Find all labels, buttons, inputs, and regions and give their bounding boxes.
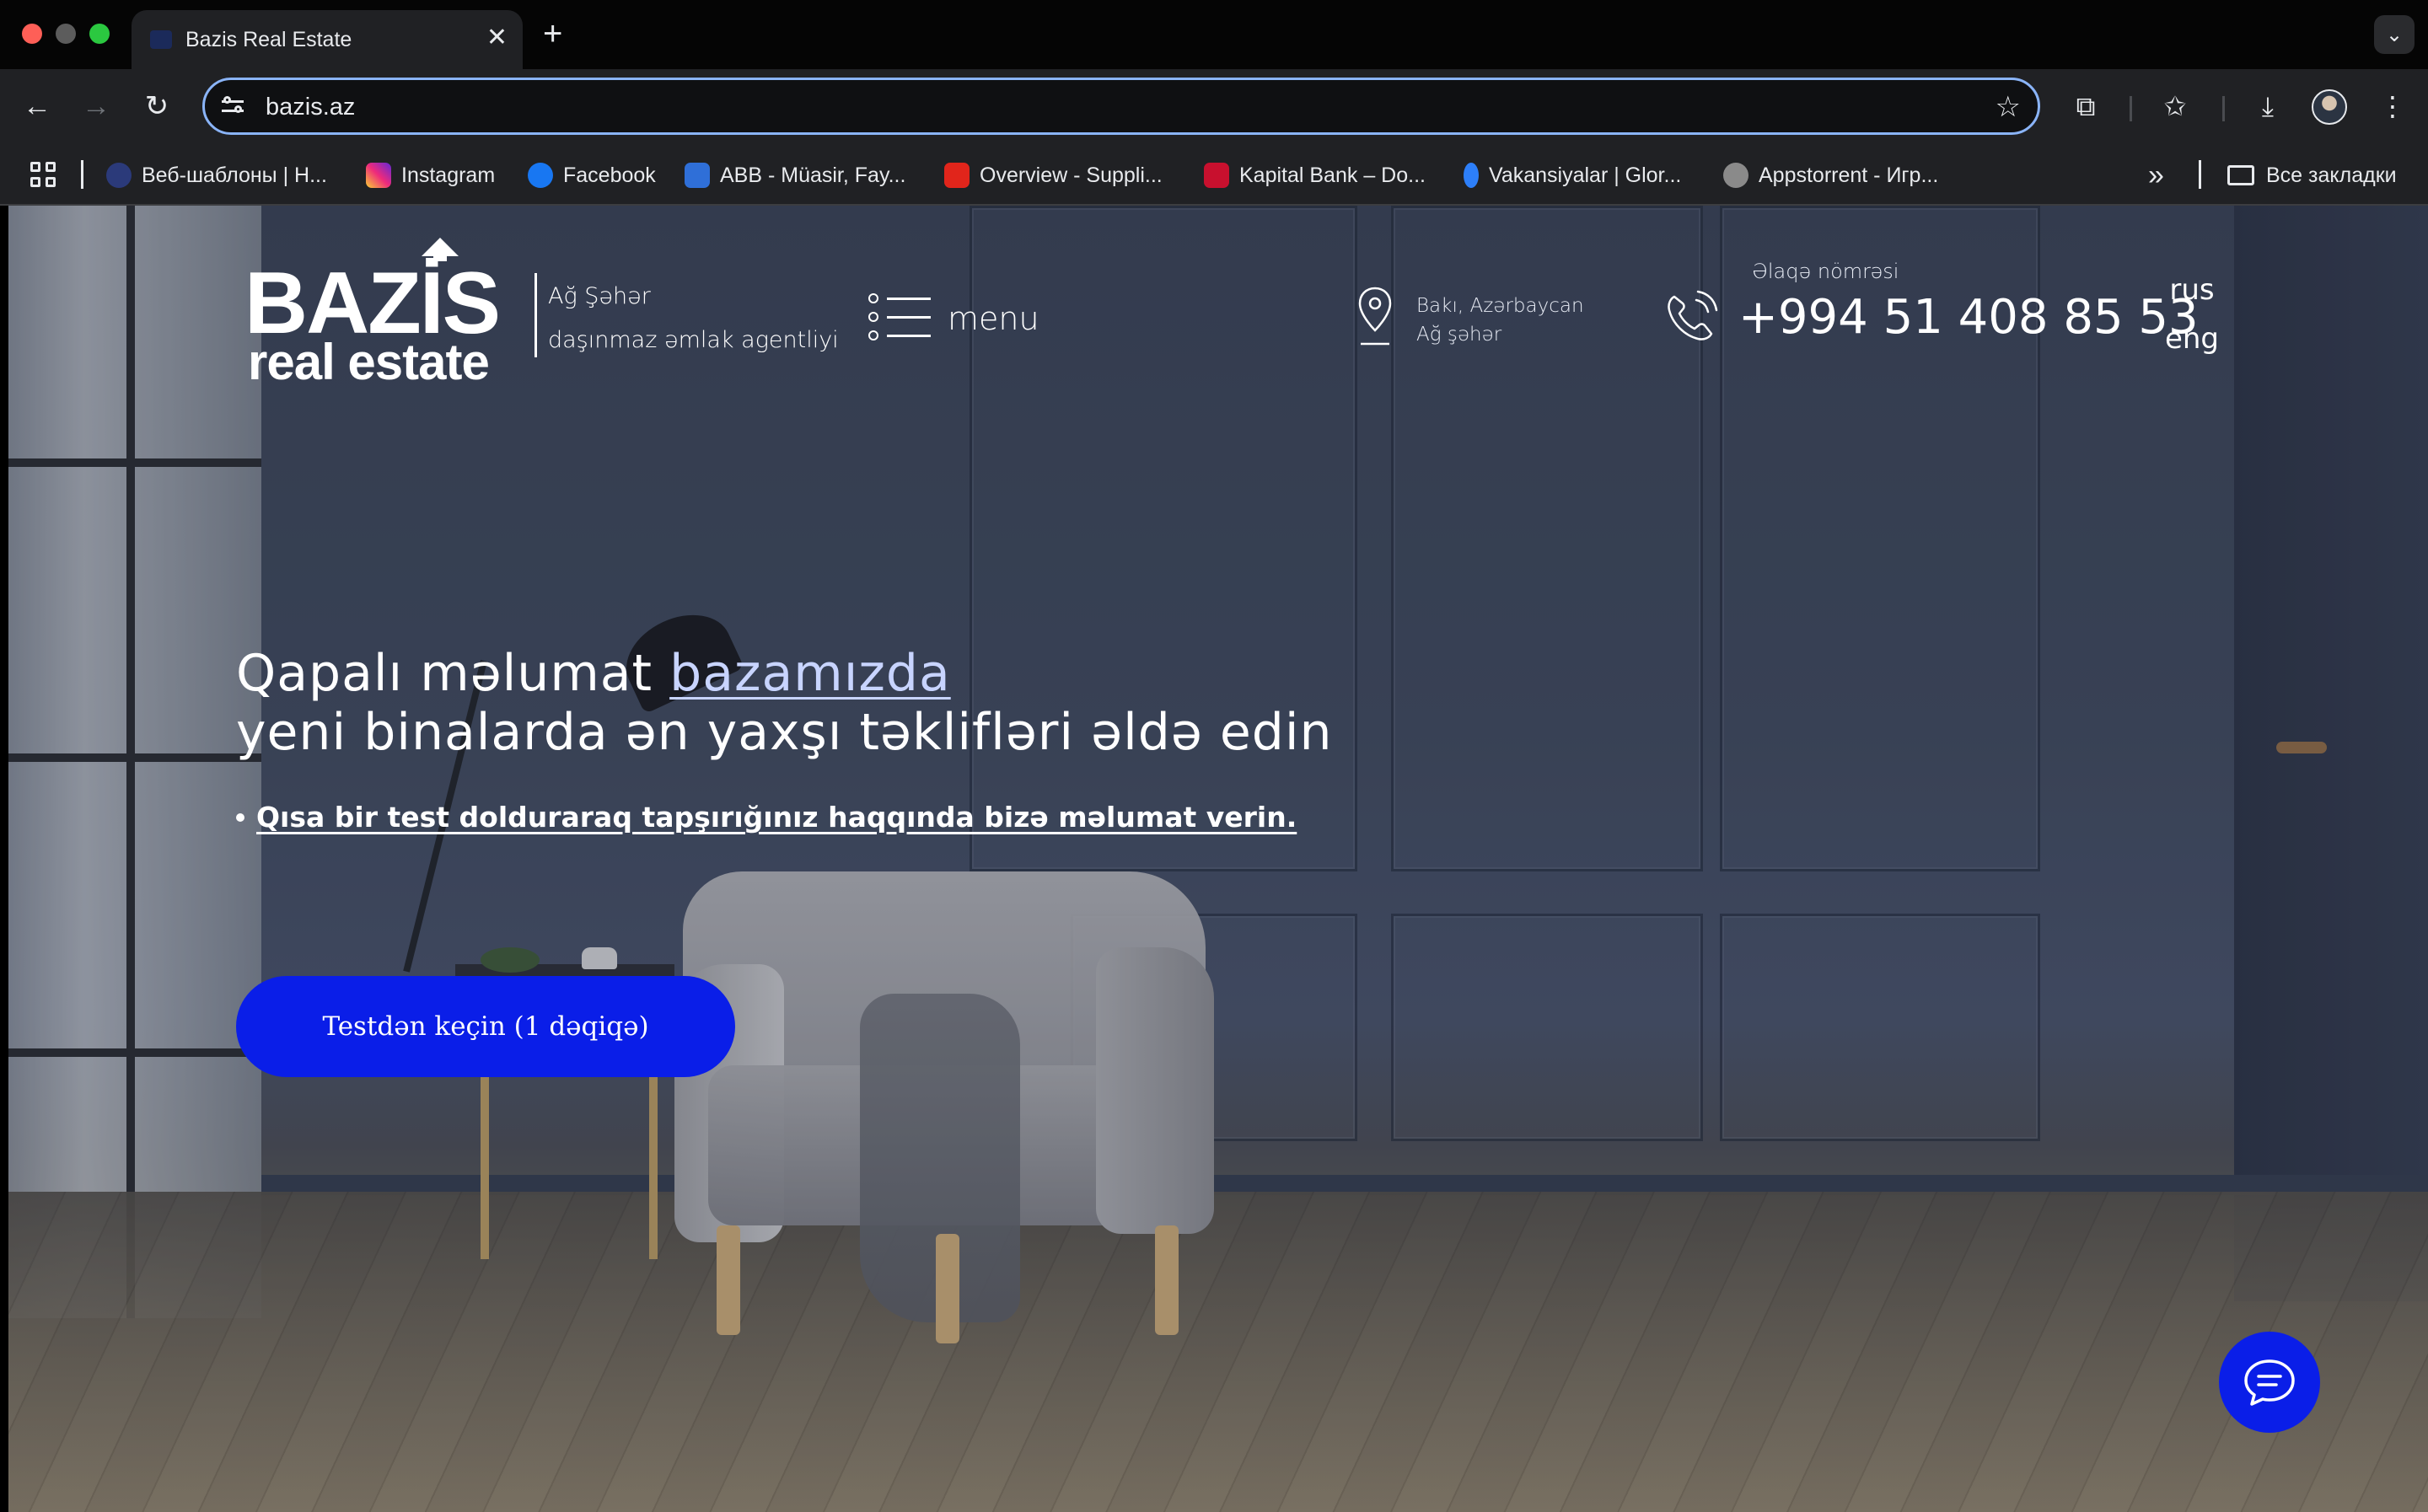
hero-bullet-item: Qısa bir test dolduraraq tapşırığınız ha…: [236, 801, 1297, 834]
browser-tab-bar: Bazis Real Estate ✕ + ⌄: [0, 0, 2428, 69]
abb-icon: [685, 163, 710, 188]
bookmarks-divider: [81, 160, 83, 189]
appstorrent-icon: [1723, 163, 1748, 188]
hero-dark-overlay: [8, 206, 2428, 1512]
tagline-line: Ağ Şəhər: [548, 283, 651, 309]
bookmark-item[interactable]: Веб-шаблоны | Н...: [106, 158, 327, 192]
close-tab-icon[interactable]: ✕: [486, 24, 508, 52]
hero-heading: Qapalı məlumat bazamızda yeni binalarda …: [236, 644, 1333, 762]
bookmark-label: ABB - Müasir, Fay...: [720, 163, 906, 187]
tab-search-chevron-icon[interactable]: ⌄: [2374, 15, 2415, 54]
location-city: Bakı, Azərbaycan: [1416, 295, 1584, 317]
instagram-icon: [366, 163, 391, 188]
more-vertical-icon[interactable]: ⋮: [2374, 88, 2411, 125]
bookmarks-divider: [2199, 160, 2201, 189]
menu-button[interactable]: menu: [868, 285, 1039, 352]
logo-divider: [534, 273, 537, 357]
hero-heading-line1: Qapalı məlumat bazamızda: [236, 644, 1333, 703]
bookmark-label: Facebook: [563, 163, 656, 187]
reading-list-star-icon[interactable]: ✩: [2157, 88, 2194, 125]
page-viewport: BAZİS real estate Ağ Şəhər daşınmaz əmla…: [8, 206, 2428, 1512]
bullet-dot: [236, 812, 244, 822]
profile-avatar[interactable]: [2312, 89, 2347, 125]
hero-heading-text: Qapalı məlumat: [236, 644, 670, 703]
forward-arrow-icon[interactable]: →: [78, 88, 115, 125]
language-rus[interactable]: rus: [2158, 271, 2226, 308]
bookmark-item[interactable]: ABB - Müasir, Fay...: [685, 158, 905, 192]
address-url[interactable]: bazis.az: [266, 90, 355, 124]
logo-wordmark: BAZİS: [244, 255, 501, 352]
site-favicon-icon: [150, 30, 172, 49]
menu-list-icon: [868, 292, 932, 346]
site-info-icon[interactable]: [222, 94, 249, 118]
facebook-icon: [528, 163, 553, 188]
bookmark-item[interactable]: Facebook: [528, 158, 656, 192]
take-test-button[interactable]: Testdən keçin (1 dəqiqə): [236, 976, 735, 1077]
location-district: Ağ şəhər: [1416, 324, 1502, 346]
tagline-line: daşınmaz əmlak agentliyi: [548, 327, 839, 353]
chat-icon: [2244, 1359, 2295, 1406]
apps-grid-icon[interactable]: [30, 162, 56, 187]
bookmark-label: Веб-шаблоны | Н...: [142, 163, 327, 187]
test-info-link[interactable]: Qısa bir test dolduraraq tapşırığınız ha…: [256, 801, 1297, 834]
phone-number-link[interactable]: +994 51 408 85 53: [1738, 288, 2199, 347]
new-tab-icon[interactable]: +: [543, 15, 562, 52]
bookmarks-bar: Веб-шаблоны | Н... Instagram Facebook AB…: [0, 145, 2428, 206]
globe-icon: [106, 163, 132, 188]
tab-title: Bazis Real Estate: [185, 28, 352, 51]
menu-label: menu: [948, 300, 1039, 337]
chat-widget-button[interactable]: [2219, 1332, 2320, 1433]
minimize-window-button[interactable]: [56, 24, 76, 44]
agency-tagline: Ağ Şəhər daşınmaz əmlak agentliyi: [548, 275, 839, 362]
back-arrow-icon[interactable]: ←: [19, 88, 56, 125]
database-link[interactable]: bazamızda: [669, 644, 951, 703]
address-bar[interactable]: bazis.az ☆: [202, 78, 2040, 135]
bookmark-item[interactable]: Kapital Bank – Do...: [1204, 158, 1426, 192]
folder-icon: [2227, 165, 2254, 185]
hero-heading-line2: yeni binalarda ən yaxşı təklifləri əldə …: [236, 703, 1333, 762]
active-tab[interactable]: Bazis Real Estate ✕: [132, 10, 523, 69]
browser-toolbar: ← → ↻ bazis.az ☆ ⧉ ✩ ⤓ ⋮: [0, 69, 2428, 145]
all-bookmarks-button[interactable]: Все закладки: [2227, 158, 2397, 192]
download-icon[interactable]: ⤓: [2249, 88, 2286, 125]
bookmark-label: Kapital Bank – Do...: [1239, 163, 1426, 187]
site-logo[interactable]: BAZİS real estate: [244, 231, 506, 391]
bookmark-item[interactable]: Vakansiyalar | Glor...: [1464, 158, 1681, 192]
all-bookmarks-label: Все закладки: [2266, 163, 2397, 187]
bookmark-label: Vakansiyalar | Glor...: [1489, 163, 1682, 187]
close-window-button[interactable]: [22, 24, 42, 44]
toolbar-divider: [2130, 96, 2132, 121]
maximize-window-button[interactable]: [89, 24, 110, 44]
reload-icon[interactable]: ↻: [138, 88, 175, 125]
logo-subtitle: real estate: [248, 334, 490, 390]
contact-number-label: Əlaqə nömrəsi: [1752, 260, 1899, 283]
bookmark-item[interactable]: Overview - Suppli...: [944, 158, 1163, 192]
bookmark-item[interactable]: Instagram: [366, 158, 495, 192]
bookmark-item[interactable]: Appstorrent - Игр...: [1723, 158, 1938, 192]
bookmark-label: Appstorrent - Игр...: [1759, 163, 1939, 187]
bookmark-star-icon[interactable]: ☆: [1996, 90, 2021, 124]
phone-icon[interactable]: [1663, 288, 1720, 346]
kapital-icon: [1204, 163, 1229, 188]
extensions-puzzle-icon[interactable]: ⧉: [2067, 88, 2104, 125]
bookmark-label: Instagram: [401, 163, 496, 187]
overview-icon: [944, 163, 970, 188]
bookmark-label: Overview - Suppli...: [980, 163, 1163, 187]
vakansiyalar-icon: [1464, 163, 1479, 188]
location-pin-icon: [1358, 287, 1392, 346]
language-eng[interactable]: eng: [2158, 320, 2226, 357]
more-bookmarks-chevron-icon[interactable]: »: [2148, 158, 2164, 192]
toolbar-divider: [2222, 96, 2225, 121]
